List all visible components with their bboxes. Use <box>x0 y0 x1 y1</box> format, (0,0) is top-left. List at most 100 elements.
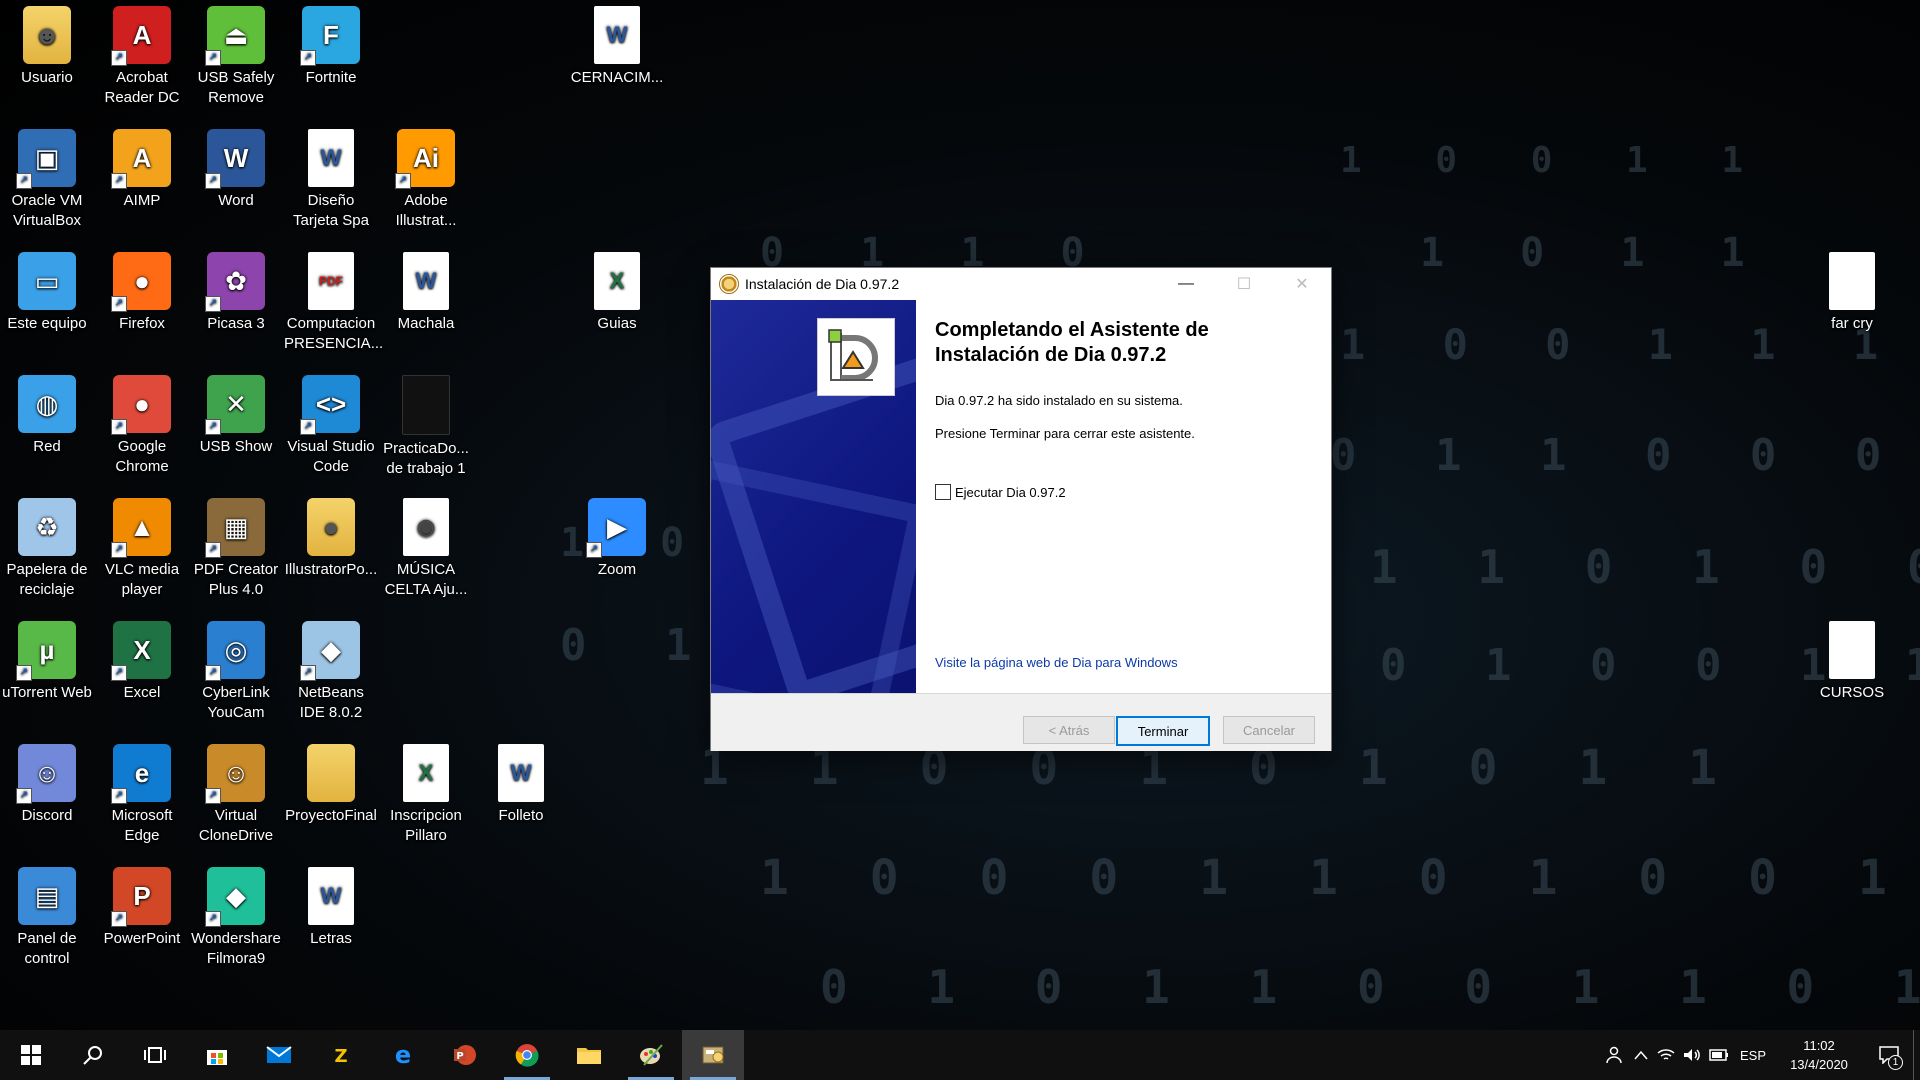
desktop-icon-usuario[interactable]: ☻ Usuario <box>0 0 94 88</box>
paint-icon[interactable] <box>620 1030 682 1080</box>
folder-chrome-icon: ● <box>307 498 355 556</box>
installer-titlebar[interactable]: Instalación de Dia 0.97.2 — ☐ ✕ <box>711 268 1331 300</box>
clock[interactable]: 11:02 13/4/2020 <box>1773 1036 1865 1074</box>
desktop-icon-powerpoint[interactable]: P ↗ PowerPoint <box>95 861 189 949</box>
chrome-icon[interactable] <box>496 1030 558 1080</box>
checkbox-box[interactable] <box>935 484 951 500</box>
zoom-icon: ▶ ↗ <box>586 498 646 558</box>
search-icon[interactable] <box>62 1030 124 1080</box>
desktop-icon-discord[interactable]: ☺ ↗ Discord <box>0 738 94 826</box>
desktop-icon-utorrent[interactable]: µ ↗ uTorrent Web <box>0 615 94 703</box>
desktop-icon-pdfcreator[interactable]: ▦ ↗ PDF Creator Plus 4.0 <box>189 492 283 600</box>
desktop-icon-aimp[interactable]: A ↗ AIMP <box>95 123 189 211</box>
task-view-icon[interactable] <box>124 1030 186 1080</box>
desktop-icon-cernacim[interactable]: W CERNACIM... <box>570 0 664 88</box>
tray-expand-icon[interactable] <box>1629 1030 1653 1080</box>
desktop-icon-label: PDF Creator Plus 4.0 <box>193 561 279 598</box>
shortcut-arrow-icon: ↗ <box>111 173 127 189</box>
edge-icon[interactable]: e <box>372 1030 434 1080</box>
desktop-icon-picasa[interactable]: ✿ ↗ Picasa 3 <box>189 246 283 334</box>
desktop-icon-label: Panel de control <box>17 930 77 967</box>
finish-button[interactable]: Terminar <box>1116 716 1210 746</box>
desktop-icon-label: Guias <box>597 315 637 332</box>
shortcut-arrow-icon: ↗ <box>205 542 221 558</box>
file-explorer-icon[interactable] <box>558 1030 620 1080</box>
run-dia-checkbox[interactable]: Ejecutar Dia 0.97.2 <box>935 484 1066 500</box>
desktop-icon-vlc[interactable]: ▲ ↗ VLC media player <box>95 492 189 600</box>
people-icon[interactable] <box>1599 1030 1629 1080</box>
fortnite-icon: F ↗ <box>300 6 360 66</box>
desktop-icon-esteequipo[interactable]: ▭ Este equipo <box>0 246 94 334</box>
usb-safely-remove-icon: ⏏ ↗ <box>205 6 265 66</box>
dia-logo-icon <box>817 318 895 396</box>
excel-icon: X ↗ <box>111 621 171 681</box>
desktop-icon-letras[interactable]: W Letras <box>284 861 378 949</box>
desktop-icon-guias[interactable]: X Guias <box>570 246 664 334</box>
show-desktop-button[interactable] <box>1913 1030 1920 1080</box>
desktop-icon-cyberlink[interactable]: ◎ ↗ CyberLink YouCam <box>189 615 283 723</box>
desktop-icon-label: CyberLink YouCam <box>202 684 270 721</box>
desktop-icon-folleto[interactable]: W Folleto <box>474 738 568 826</box>
shortcut-arrow-icon: ↗ <box>111 296 127 312</box>
pdf-creator-icon: ▦ ↗ <box>205 498 265 558</box>
language-indicator[interactable]: ESP <box>1733 1030 1773 1080</box>
desktop-icon-label: ProyectoFinal <box>285 807 377 824</box>
shortcut-arrow-icon: ↗ <box>300 419 316 435</box>
desktop-icon-cursos[interactable]: CURSOS <box>1805 615 1899 703</box>
desktop-icon-excel[interactable]: X ↗ Excel <box>95 615 189 703</box>
desktop-icon-label: Diseño Tarjeta Spa <box>293 192 369 229</box>
desktop-icon-acrobat[interactable]: A ↗ Acrobat Reader DC <box>95 0 189 108</box>
desktop-icon-usbshow[interactable]: ✕ ↗ USB Show <box>189 369 283 457</box>
desktop-icon-label: Inscripcion Pillaro <box>390 807 462 844</box>
battery-icon[interactable] <box>1705 1030 1733 1080</box>
desktop-icon-inscripcion[interactable]: X Inscripcion Pillaro <box>379 738 473 846</box>
desktop-icon-netbeans[interactable]: ◆ ↗ NetBeans IDE 8.0.2 <box>284 615 378 723</box>
start-icon[interactable] <box>0 1030 62 1080</box>
desktop-icon-chrome[interactable]: ● ↗ Google Chrome <box>95 369 189 477</box>
desktop-icon-zoom[interactable]: ▶ ↗ Zoom <box>570 492 664 580</box>
music-file-icon: ◉ <box>403 498 449 556</box>
desktop-icon-illustrator[interactable]: Ai ↗ Adobe Illustrat... <box>379 123 473 231</box>
vscode-icon: <> ↗ <box>300 375 360 435</box>
desktop-icon-clonedrive[interactable]: ☺ ↗ Virtual CloneDrive <box>189 738 283 846</box>
volume-icon[interactable] <box>1679 1030 1705 1080</box>
winzip-icon[interactable]: Z <box>310 1030 372 1080</box>
desktop-icon-label: Adobe Illustrat... <box>395 192 457 229</box>
desktop-icon-computacion[interactable]: PDF Computacion PRESENCIA... <box>284 246 383 354</box>
wifi-icon[interactable] <box>1653 1030 1679 1080</box>
installer-window: Instalación de Dia 0.97.2 — ☐ ✕ Completa… <box>710 267 1332 751</box>
dia-installer-icon[interactable] <box>682 1030 744 1080</box>
store-icon[interactable] <box>186 1030 248 1080</box>
desktop-icon-filmora[interactable]: ◆ ↗ Wondershare Filmora9 <box>189 861 283 969</box>
shortcut-arrow-icon: ↗ <box>111 911 127 927</box>
desktop-icon-proyecto[interactable]: ProyectoFinal <box>284 738 378 826</box>
desktop-icon-red[interactable]: ◍ Red <box>0 369 94 457</box>
notification-center-icon[interactable]: 1 <box>1865 1030 1913 1080</box>
dia-website-link[interactable]: Visite la página web de Dia para Windows <box>935 655 1178 670</box>
svg-text:Z: Z <box>334 1046 347 1067</box>
desktop-icon-disenio[interactable]: W Diseño Tarjeta Spa <box>284 123 378 231</box>
desktop-icon-fortnite[interactable]: F ↗ Fortnite <box>284 0 378 88</box>
run-dia-label[interactable]: Ejecutar Dia 0.97.2 <box>955 485 1066 500</box>
desktop-icon-firefox[interactable]: ● ↗ Firefox <box>95 246 189 334</box>
desktop-icon-label: AIMP <box>123 192 161 209</box>
desktop-icon-practica[interactable]: PracticaDo... de trabajo 1 <box>379 369 473 479</box>
desktop-icon-virtualbox[interactable]: ▣ ↗ Oracle VM VirtualBox <box>0 123 94 231</box>
illustrator-icon: Ai ↗ <box>395 129 455 189</box>
desktop-icon-panel[interactable]: ▤ Panel de control <box>0 861 94 969</box>
minimize-button[interactable]: — <box>1157 268 1215 300</box>
desktop-icon-musica[interactable]: ◉ MÚSICA CELTA Aju... <box>379 492 473 600</box>
mail-icon[interactable] <box>248 1030 310 1080</box>
desktop-icon-word[interactable]: W ↗ Word <box>189 123 283 211</box>
desktop-icon-machala[interactable]: W Machala <box>379 246 473 334</box>
desktop-icon-vscode[interactable]: <> ↗ Visual Studio Code <box>284 369 378 477</box>
desktop-icon-edge[interactable]: e ↗ Microsoft Edge <box>95 738 189 846</box>
shortcut-arrow-icon: ↗ <box>586 542 602 558</box>
desktop-icon-papelera[interactable]: ♻ Papelera de reciclaje <box>0 492 94 600</box>
installed-message: Dia 0.97.2 ha sido instalado en su siste… <box>935 393 1183 408</box>
wizard-heading: Completando el Asistente de Instalación … <box>935 319 1209 366</box>
powerpoint-icon[interactable]: P <box>434 1030 496 1080</box>
desktop-icon-illustratorpo[interactable]: ● IllustratorPo... <box>284 492 378 580</box>
desktop-icon-usbsafe[interactable]: ⏏ ↗ USB Safely Remove <box>189 0 283 108</box>
desktop-icon-farcry[interactable]: far cry <box>1805 246 1899 334</box>
